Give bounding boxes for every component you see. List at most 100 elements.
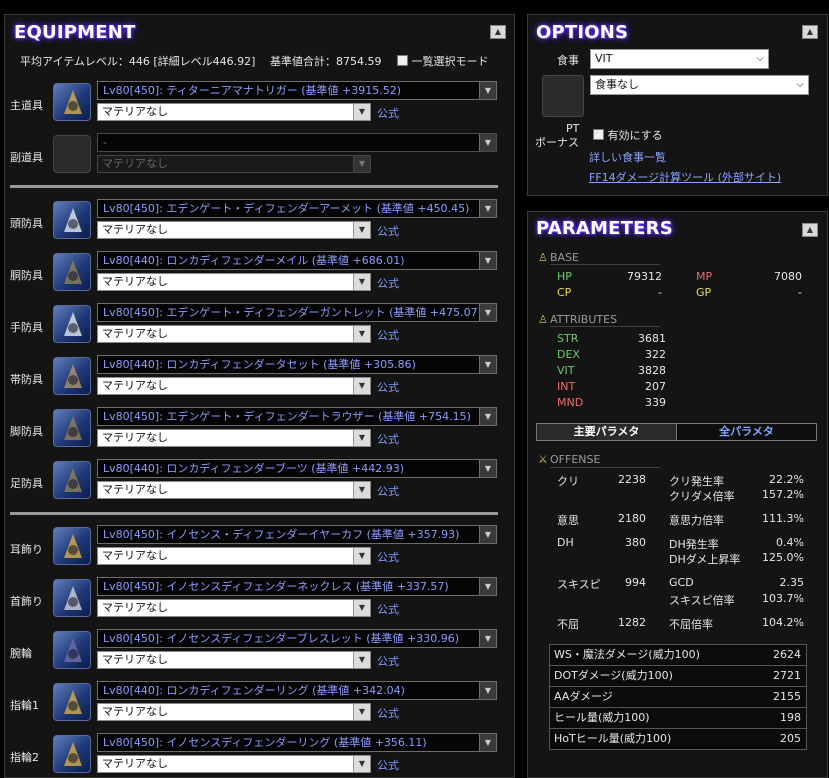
- official-link[interactable]: 公式: [377, 483, 399, 499]
- slot-label: 脚防具: [10, 425, 43, 438]
- official-link[interactable]: 公式: [377, 223, 399, 239]
- slot-label: 胴防具: [10, 269, 43, 282]
- food-item-select[interactable]: 食事なし ⌵: [590, 75, 809, 95]
- pt-bonus-label-line2: ボーナス: [535, 136, 579, 149]
- official-link[interactable]: 公式: [377, 705, 399, 721]
- chevron-down-icon: ▼: [353, 222, 370, 238]
- official-link[interactable]: 公式: [377, 379, 399, 395]
- food-stat-select[interactable]: VIT ⌵: [590, 49, 769, 69]
- damage-label: HoTヒール量(威力100): [554, 732, 672, 745]
- official-link[interactable]: 公式: [377, 327, 399, 343]
- item-select[interactable]: Lv80[440]: ロンカディフェンダーリング (基準値 +342.04) ▼: [97, 681, 497, 700]
- materia-select[interactable]: マテリアなし ▼: [97, 599, 371, 617]
- item-select-value: Lv80[450]: イノセンスディフェンダーリング (基準値 +356.11): [103, 736, 427, 749]
- cp-label: CP: [557, 286, 572, 299]
- attributes-section-line: [550, 326, 660, 327]
- item-select[interactable]: Lv80[450]: イノセンス・ディフェンダーイヤーカフ (基準値 +357.…: [97, 525, 497, 544]
- tab-all-params[interactable]: 全パラメタ: [677, 424, 816, 440]
- chevron-down-icon: ▼: [353, 274, 370, 290]
- item-select[interactable]: Lv80[450]: イノセンスディフェンダーネックレス (基準値 +337.5…: [97, 577, 497, 596]
- ring-icon: [53, 683, 91, 721]
- official-link[interactable]: 公式: [377, 275, 399, 291]
- official-link[interactable]: 公式: [377, 601, 399, 617]
- gp-value: -: [798, 286, 802, 299]
- materia-select[interactable]: マテリアなし ▼: [97, 481, 371, 499]
- materia-select[interactable]: マテリアなし ▼: [97, 221, 371, 239]
- item-select[interactable]: Lv80[440]: ロンカディフェンダータセット (基準値 +305.86) …: [97, 355, 497, 374]
- chevron-down-icon: ▼: [353, 104, 370, 120]
- item-select[interactable]: Lv80[450]: エデンゲート・ディフェンダーガントレット (基準値 +47…: [97, 303, 497, 322]
- item-select-value: Lv80[450]: ティターニアマナトリガー (基準値 +3915.52): [103, 84, 402, 97]
- ten-mult-value: 104.2%: [762, 616, 804, 629]
- materia-select-value: マテリアなし: [102, 327, 168, 340]
- chevron-down-icon: ▼: [353, 548, 370, 564]
- chevron-down-icon: ▼: [479, 304, 496, 321]
- food-label: 食事: [557, 54, 579, 67]
- chevron-down-icon: ▼: [353, 652, 370, 668]
- ring-icon: [53, 735, 91, 773]
- mp-value: 7080: [774, 270, 802, 283]
- damage-calc-tool-link[interactable]: FF14ダメージ計算ツール (外部サイト): [589, 169, 781, 185]
- item-select[interactable]: Lv80[440]: ロンカディフェンダーメイル (基準値 +686.01) ▼: [97, 251, 497, 270]
- materia-select[interactable]: マテリアなし ▼: [97, 429, 371, 447]
- item-select-value: Lv80[450]: エデンゲート・ディフェンダートラウザー (基準値 +754…: [103, 410, 471, 423]
- food-stat-value: VIT: [595, 52, 613, 65]
- damage-value: 2155: [773, 690, 801, 703]
- item-select-value: Lv80[440]: ロンカディフェンダーブーツ (基準値 +442.93): [103, 462, 405, 475]
- materia-select[interactable]: マテリアなし ▼: [97, 703, 371, 721]
- dh-rate-value: 0.4%: [776, 536, 804, 549]
- item-select[interactable]: Lv80[450]: イノセンスディフェンダーリング (基準値 +356.11)…: [97, 733, 497, 752]
- options-collapse-button[interactable]: ▲: [802, 25, 818, 39]
- gp-label: GP: [696, 286, 712, 299]
- bulk-select-toggle[interactable]: 一覧選択モード: [397, 53, 489, 69]
- tab-main-params[interactable]: 主要パラメタ: [537, 424, 677, 440]
- equipment-collapse-button[interactable]: ▲: [490, 25, 506, 39]
- item-select[interactable]: Lv80[450]: エデンゲート・ディフェンダートラウザー (基準値 +754…: [97, 407, 497, 426]
- materia-select[interactable]: マテリアなし ▼: [97, 325, 371, 343]
- base-section-head: ♙ BASE: [538, 251, 579, 264]
- pt-bonus-checkbox[interactable]: [593, 129, 604, 140]
- damage-row: ヒール量(威力100) 198: [550, 708, 806, 729]
- materia-select[interactable]: マテリアなし ▼: [97, 651, 371, 669]
- damage-label: WS・魔法ダメージ(威力100): [554, 648, 700, 661]
- chevron-down-icon: ⌵: [792, 76, 808, 94]
- materia-select[interactable]: マテリアなし ▼: [97, 155, 371, 173]
- damage-label: AAダメージ: [554, 690, 613, 703]
- chevron-down-icon: ▼: [479, 356, 496, 373]
- dh-dmg-value: 125.0%: [762, 551, 804, 564]
- earring-icon: [53, 527, 91, 565]
- materia-select-value: マテリアなし: [102, 275, 168, 288]
- materia-select[interactable]: マテリアなし ▼: [97, 103, 371, 121]
- food-list-link[interactable]: 詳しい食事一覧: [589, 149, 666, 165]
- official-link[interactable]: 公式: [377, 653, 399, 669]
- item-select[interactable]: Lv80[450]: ティターニアマナトリガー (基準値 +3915.52) ▼: [97, 81, 497, 100]
- materia-select[interactable]: マテリアなし ▼: [97, 377, 371, 395]
- parameters-collapse-button[interactable]: ▲: [802, 223, 818, 237]
- crit-label: クリ: [557, 475, 579, 488]
- materia-select[interactable]: マテリアなし ▼: [97, 273, 371, 291]
- item-select[interactable]: Lv80[450]: エデンゲート・ディフェンダーアーメット (基準値 +450…: [97, 199, 497, 218]
- chevron-down-icon: ▼: [353, 326, 370, 342]
- materia-select[interactable]: マテリアなし ▼: [97, 755, 371, 773]
- materia-select[interactable]: マテリアなし ▼: [97, 547, 371, 565]
- damage-table: WS・魔法ダメージ(威力100) 2624 DOTダメージ(威力100) 272…: [549, 644, 807, 750]
- item-select[interactable]: Lv80[450]: イノセンスディフェンダーブレスレット (基準値 +330.…: [97, 629, 497, 648]
- official-link[interactable]: 公式: [377, 431, 399, 447]
- damage-label: ヒール量(威力100): [554, 711, 650, 724]
- official-link[interactable]: 公式: [377, 757, 399, 773]
- chevron-down-icon: ▼: [479, 682, 496, 699]
- chevron-down-icon: ▼: [479, 408, 496, 425]
- attr-label: INT: [557, 380, 576, 393]
- mp-label: MP: [696, 270, 713, 283]
- slot-label: 頭防具: [10, 217, 43, 230]
- bulk-select-checkbox[interactable]: [397, 55, 408, 66]
- item-select[interactable]: - ▼: [97, 133, 497, 152]
- official-link[interactable]: 公式: [377, 549, 399, 565]
- damage-row: HoTヒール量(威力100) 205: [550, 729, 806, 749]
- pt-bonus-toggle[interactable]: 有効にする: [593, 127, 663, 143]
- hp-value: 79312: [627, 270, 662, 283]
- item-select[interactable]: Lv80[440]: ロンカディフェンダーブーツ (基準値 +442.93) ▼: [97, 459, 497, 478]
- materia-select-value: マテリアなし: [102, 757, 168, 770]
- triangle-up-icon: ▲: [806, 225, 814, 234]
- official-link[interactable]: 公式: [377, 105, 399, 121]
